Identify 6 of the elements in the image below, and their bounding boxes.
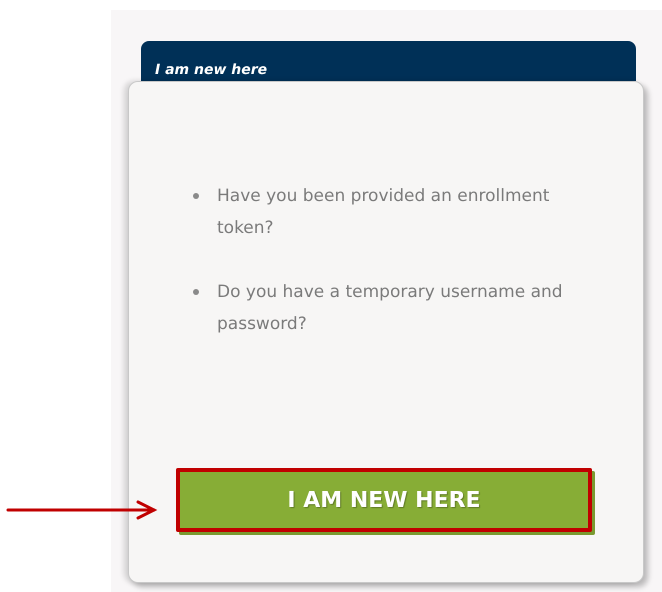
question-text: Have you been provided an enrollment token? <box>217 186 550 238</box>
bullet-icon <box>193 289 199 295</box>
panel-title: I am new here <box>155 61 268 79</box>
bullet-icon <box>193 193 199 199</box>
new-user-button[interactable]: I AM NEW HERE <box>176 468 592 532</box>
question-text: Do you have a temporary username and password? <box>217 282 563 334</box>
